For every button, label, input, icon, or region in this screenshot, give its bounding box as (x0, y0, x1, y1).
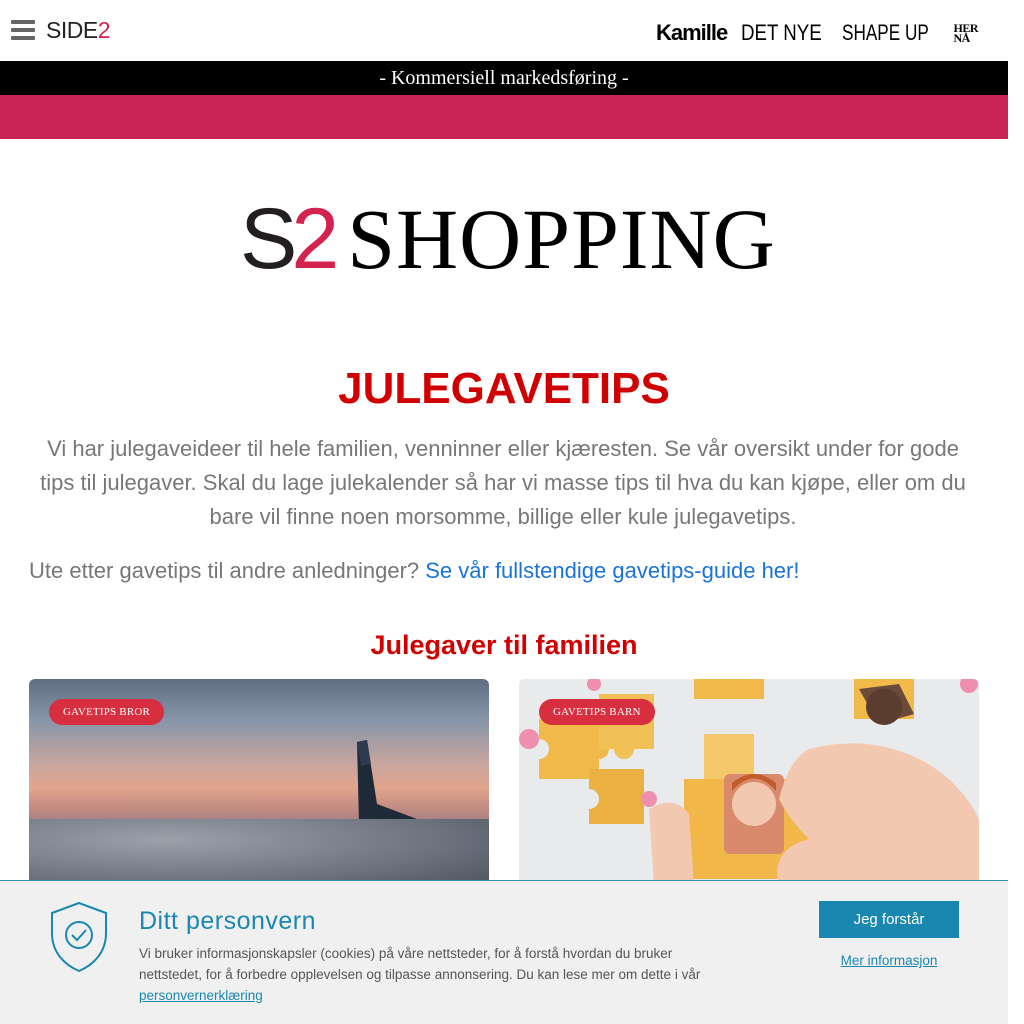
cookie-title: Ditt personvern (139, 907, 317, 935)
accept-cookies-button[interactable]: Jeg forstår (819, 901, 959, 938)
partner-her-na-link[interactable]: HER NÅ (953, 22, 978, 45)
page-heading: JULEGAVETIPS (338, 364, 670, 413)
cookie-consent-banner: Ditt personvern Vi bruker informasjonska… (0, 880, 1008, 1024)
logo-text: SIDE (46, 17, 98, 43)
gift-guide-link[interactable]: Se vår fullstendige gavetips-guide her! (425, 558, 799, 583)
card-gavetips-barn[interactable]: GAVETIPS BARN (519, 679, 979, 889)
more-info-link[interactable]: Mer informasjon (819, 953, 959, 968)
intro-paragraph: Vi har julegaveideer til hele familien, … (40, 436, 966, 529)
partner-sites: Kamille DET NYE SHAPE UP HER NÅ (656, 20, 978, 46)
partner-det-nye-link[interactable]: DET NYE (741, 20, 822, 46)
more-text: Ute etter gavetips til andre anledninger… (29, 558, 426, 583)
privacy-policy-link[interactable]: personvernerklæring (139, 988, 263, 1003)
logo-number: 2 (97, 17, 111, 43)
s2-shopping-logo: S2 SHOPPING (240, 196, 776, 282)
partner-shape-up-link[interactable]: SHAPE UP (842, 20, 929, 46)
section-heading: Julegaver til familien (370, 630, 638, 660)
s2-mark: S2 (240, 196, 339, 282)
card-badge: GAVETIPS BROR (49, 699, 165, 725)
clouds-image (29, 819, 489, 889)
cookie-description: Vi bruker informasjonskapsler (cookies) … (139, 943, 739, 1006)
card-gavetips-bror[interactable]: GAVETIPS BROR (29, 679, 489, 889)
commercial-label-bar: - Kommersiell markedsføring - (0, 61, 1008, 95)
cookie-text: Vi bruker informasjonskapsler (cookies) … (139, 946, 701, 982)
shopping-wordmark: SHOPPING (347, 191, 776, 287)
side2-logo[interactable]: SIDE2 (46, 17, 110, 44)
hamburger-menu-icon[interactable] (11, 20, 35, 40)
pink-banner-bar (0, 95, 1008, 139)
card-badge: GAVETIPS BARN (539, 699, 655, 725)
s2-mark-s: S (240, 191, 297, 287)
s2-mark-2: 2 (291, 191, 339, 287)
shield-check-icon (51, 901, 107, 973)
more-gift-tips: Ute etter gavetips til andre anledninger… (29, 558, 799, 584)
herna-line-2: NÅ (953, 31, 970, 45)
top-navigation: SIDE2 Kamille DET NYE SHAPE UP HER NÅ (0, 0, 1008, 61)
partner-kamille-link[interactable]: Kamille (656, 20, 728, 46)
